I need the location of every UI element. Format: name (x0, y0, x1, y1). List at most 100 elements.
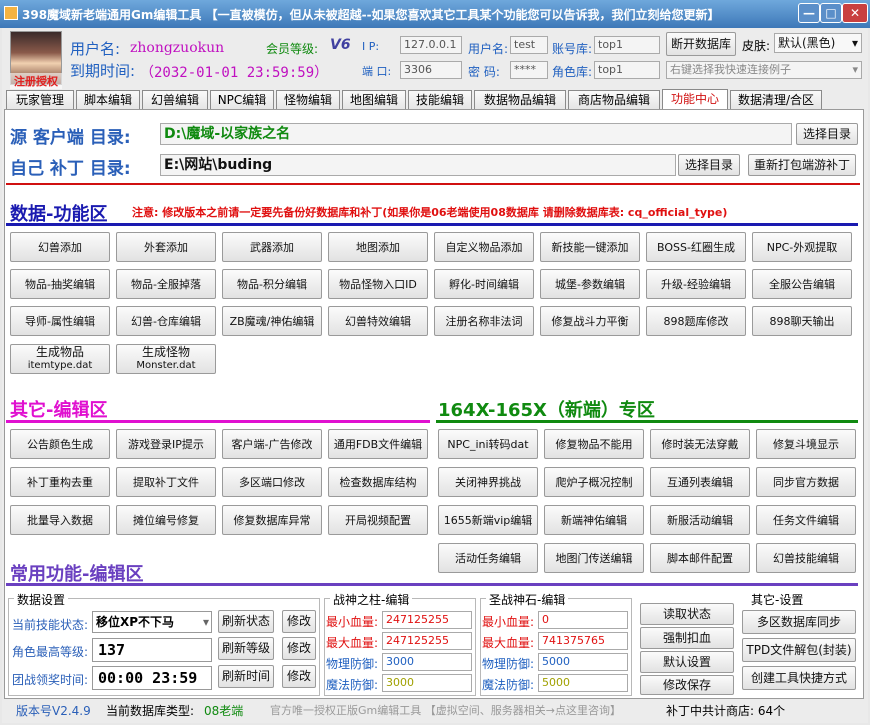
port-field[interactable]: 3306 (400, 61, 462, 79)
new-client-function-button[interactable]: 新端神佑编辑 (544, 505, 644, 535)
maximize-button[interactable]: □ (820, 3, 842, 23)
new-client-function-button[interactable]: 修时装无法穿戴 (650, 429, 750, 459)
pillar-min-hp-field[interactable]: 247125255 (382, 611, 472, 629)
new-client-function-button[interactable]: 同步官方数据 (756, 467, 856, 497)
multi-zone-db-sync-button[interactable]: 多区数据库同步 (742, 610, 856, 634)
tab-map[interactable]: 地图编辑 (342, 90, 406, 110)
data-function-button[interactable]: 新技能一键添加 (540, 232, 640, 262)
new-client-function-button[interactable]: 地图门传送编辑 (544, 543, 644, 573)
new-client-function-button[interactable]: 关闭神界挑战 (438, 467, 538, 497)
skin-select[interactable]: 默认(黑色) ▾ (774, 33, 862, 53)
skill-state-select[interactable]: 移位XP不下马 ▾ (92, 611, 212, 633)
data-function-button[interactable]: 物品-全服掉落 (116, 269, 216, 299)
pillar-phys-def-field[interactable]: 3000 (382, 653, 472, 671)
account-db-field[interactable]: top1 (594, 36, 660, 54)
role-db-field[interactable]: top1 (594, 61, 660, 79)
refresh-time-button[interactable]: 刷新时间 (218, 665, 274, 688)
data-function-button[interactable]: 幻兽添加 (10, 232, 110, 262)
stone-max-hp-field[interactable]: 741375765 (538, 632, 628, 650)
minimize-button[interactable]: — (798, 3, 820, 23)
tab-monster[interactable]: 怪物编辑 (276, 90, 340, 110)
tab-data-clean[interactable]: 数据清理/合区 (730, 90, 822, 110)
read-state-button[interactable]: 读取状态 (640, 603, 734, 625)
new-client-function-button[interactable]: 修复斗境显示 (756, 429, 856, 459)
data-function-button[interactable]: 升级-经验编辑 (646, 269, 746, 299)
data-function-button[interactable]: 物品-抽奖编辑 (10, 269, 110, 299)
other-function-button[interactable]: 多区端口修改 (222, 467, 322, 497)
other-function-button[interactable]: 游戏登录IP提示 (116, 429, 216, 459)
repack-patch-button[interactable]: 重新打包端游补丁 (748, 154, 856, 176)
pwd-field[interactable]: **** (510, 61, 548, 79)
team-time-input[interactable]: 00:00 23:59 (92, 666, 212, 690)
data-function-button[interactable]: 孵化-时间编辑 (434, 269, 534, 299)
modify-level-button[interactable]: 修改 (282, 637, 316, 660)
patch-dir-select-button[interactable]: 选择目录 (678, 154, 740, 176)
data-function-button[interactable]: ZB魔魂/神佑编辑 (222, 306, 322, 336)
modify-time-button[interactable]: 修改 (282, 665, 316, 688)
create-shortcut-button[interactable]: 创建工具快捷方式 (742, 666, 856, 690)
official-link[interactable]: 官方唯一授权正版Gm编辑工具 【虚拟空间、服务器相关→点这里咨询】 (270, 702, 621, 718)
other-function-button[interactable]: 修复数据库异常 (222, 505, 322, 535)
new-client-function-button[interactable]: 互通列表编辑 (650, 467, 750, 497)
tab-pet[interactable]: 幻兽编辑 (142, 90, 208, 110)
refresh-state-button[interactable]: 刷新状态 (218, 610, 274, 633)
pillar-mag-def-field[interactable]: 3000 (382, 674, 472, 692)
other-function-button[interactable]: 通用FDB文件编辑 (328, 429, 428, 459)
tab-function-center[interactable]: 功能中心 (662, 89, 728, 110)
quick-connect-select[interactable]: 右键选择我快速连接例子 ▾ (666, 61, 862, 79)
stone-mag-def-field[interactable]: 5000 (538, 674, 628, 692)
other-function-button[interactable]: 补丁重构去重 (10, 467, 110, 497)
data-function-button[interactable]: 幻兽-仓库编辑 (116, 306, 216, 336)
default-settings-button[interactable]: 默认设置 (640, 651, 734, 673)
data-function-button[interactable]: 注册名称非法词 (434, 306, 534, 336)
new-client-function-button[interactable]: 幻兽技能编辑 (756, 543, 856, 573)
other-function-button[interactable]: 摊位编号修复 (116, 505, 216, 535)
new-client-function-button[interactable]: 任务文件编辑 (756, 505, 856, 535)
stone-phys-def-field[interactable]: 5000 (538, 653, 628, 671)
new-client-function-button[interactable]: 1655新端vip编辑 (438, 505, 538, 535)
data-function-button[interactable]: BOSS-红圈生成 (646, 232, 746, 262)
data-function-button[interactable]: 修复战斗力平衡 (540, 306, 640, 336)
data-function-button[interactable]: 898题库修改 (646, 306, 746, 336)
gen-monster-button[interactable]: 生成怪物 Monster.dat (116, 344, 216, 374)
force-deduct-hp-button[interactable]: 强制扣血 (640, 627, 734, 649)
tpd-unpack-button[interactable]: TPD文件解包(封装) (742, 638, 856, 662)
data-function-button[interactable]: 自定义物品添加 (434, 232, 534, 262)
data-function-button[interactable]: 导师-属性编辑 (10, 306, 110, 336)
other-function-button[interactable]: 公告颜色生成 (10, 429, 110, 459)
other-function-button[interactable]: 客户端-广告修改 (222, 429, 322, 459)
data-function-button[interactable]: 幻兽特效编辑 (328, 306, 428, 336)
modify-state-button[interactable]: 修改 (282, 610, 316, 633)
other-function-button[interactable]: 检查数据库结构 (328, 467, 428, 497)
tab-script[interactable]: 脚本编辑 (76, 90, 140, 110)
stone-min-hp-field[interactable]: 0 (538, 611, 628, 629)
max-level-input[interactable]: 137 (92, 638, 212, 662)
new-client-function-button[interactable]: 爬炉子概况控制 (544, 467, 644, 497)
patch-dir-field[interactable]: E:\网站\buding (160, 154, 676, 176)
new-client-function-button[interactable]: 新服活动编辑 (650, 505, 750, 535)
tab-shop-item[interactable]: 商店物品编辑 (568, 90, 660, 110)
new-client-function-button[interactable]: NPC_ini转码dat (438, 429, 538, 459)
client-dir-select-button[interactable]: 选择目录 (796, 123, 858, 145)
pillar-max-hp-field[interactable]: 247125255 (382, 632, 472, 650)
new-client-function-button[interactable]: 脚本邮件配置 (650, 543, 750, 573)
data-function-button[interactable]: NPC-外观提取 (752, 232, 852, 262)
data-function-button[interactable]: 全服公告编辑 (752, 269, 852, 299)
refresh-level-button[interactable]: 刷新等级 (218, 637, 274, 660)
other-function-button[interactable]: 批量导入数据 (10, 505, 110, 535)
data-function-button[interactable]: 城堡-参数编辑 (540, 269, 640, 299)
close-button[interactable]: ✕ (842, 3, 868, 23)
data-function-button[interactable]: 物品怪物入口ID (328, 269, 428, 299)
tab-item-data[interactable]: 数据物品编辑 (474, 90, 566, 110)
disconnect-db-button[interactable]: 断开数据库 (666, 32, 736, 56)
db-user-field[interactable]: test (510, 36, 548, 54)
data-function-button[interactable]: 898聊天输出 (752, 306, 852, 336)
gen-item-button[interactable]: 生成物品 itemtype.dat (10, 344, 110, 374)
tab-npc[interactable]: NPC编辑 (210, 90, 274, 110)
new-client-function-button[interactable]: 修复物品不能用 (544, 429, 644, 459)
other-function-button[interactable]: 提取补丁文件 (116, 467, 216, 497)
new-client-function-button[interactable]: 活动任务编辑 (438, 543, 538, 573)
tab-player[interactable]: 玩家管理 (6, 90, 74, 110)
data-function-button[interactable]: 武器添加 (222, 232, 322, 262)
data-function-button[interactable]: 地图添加 (328, 232, 428, 262)
